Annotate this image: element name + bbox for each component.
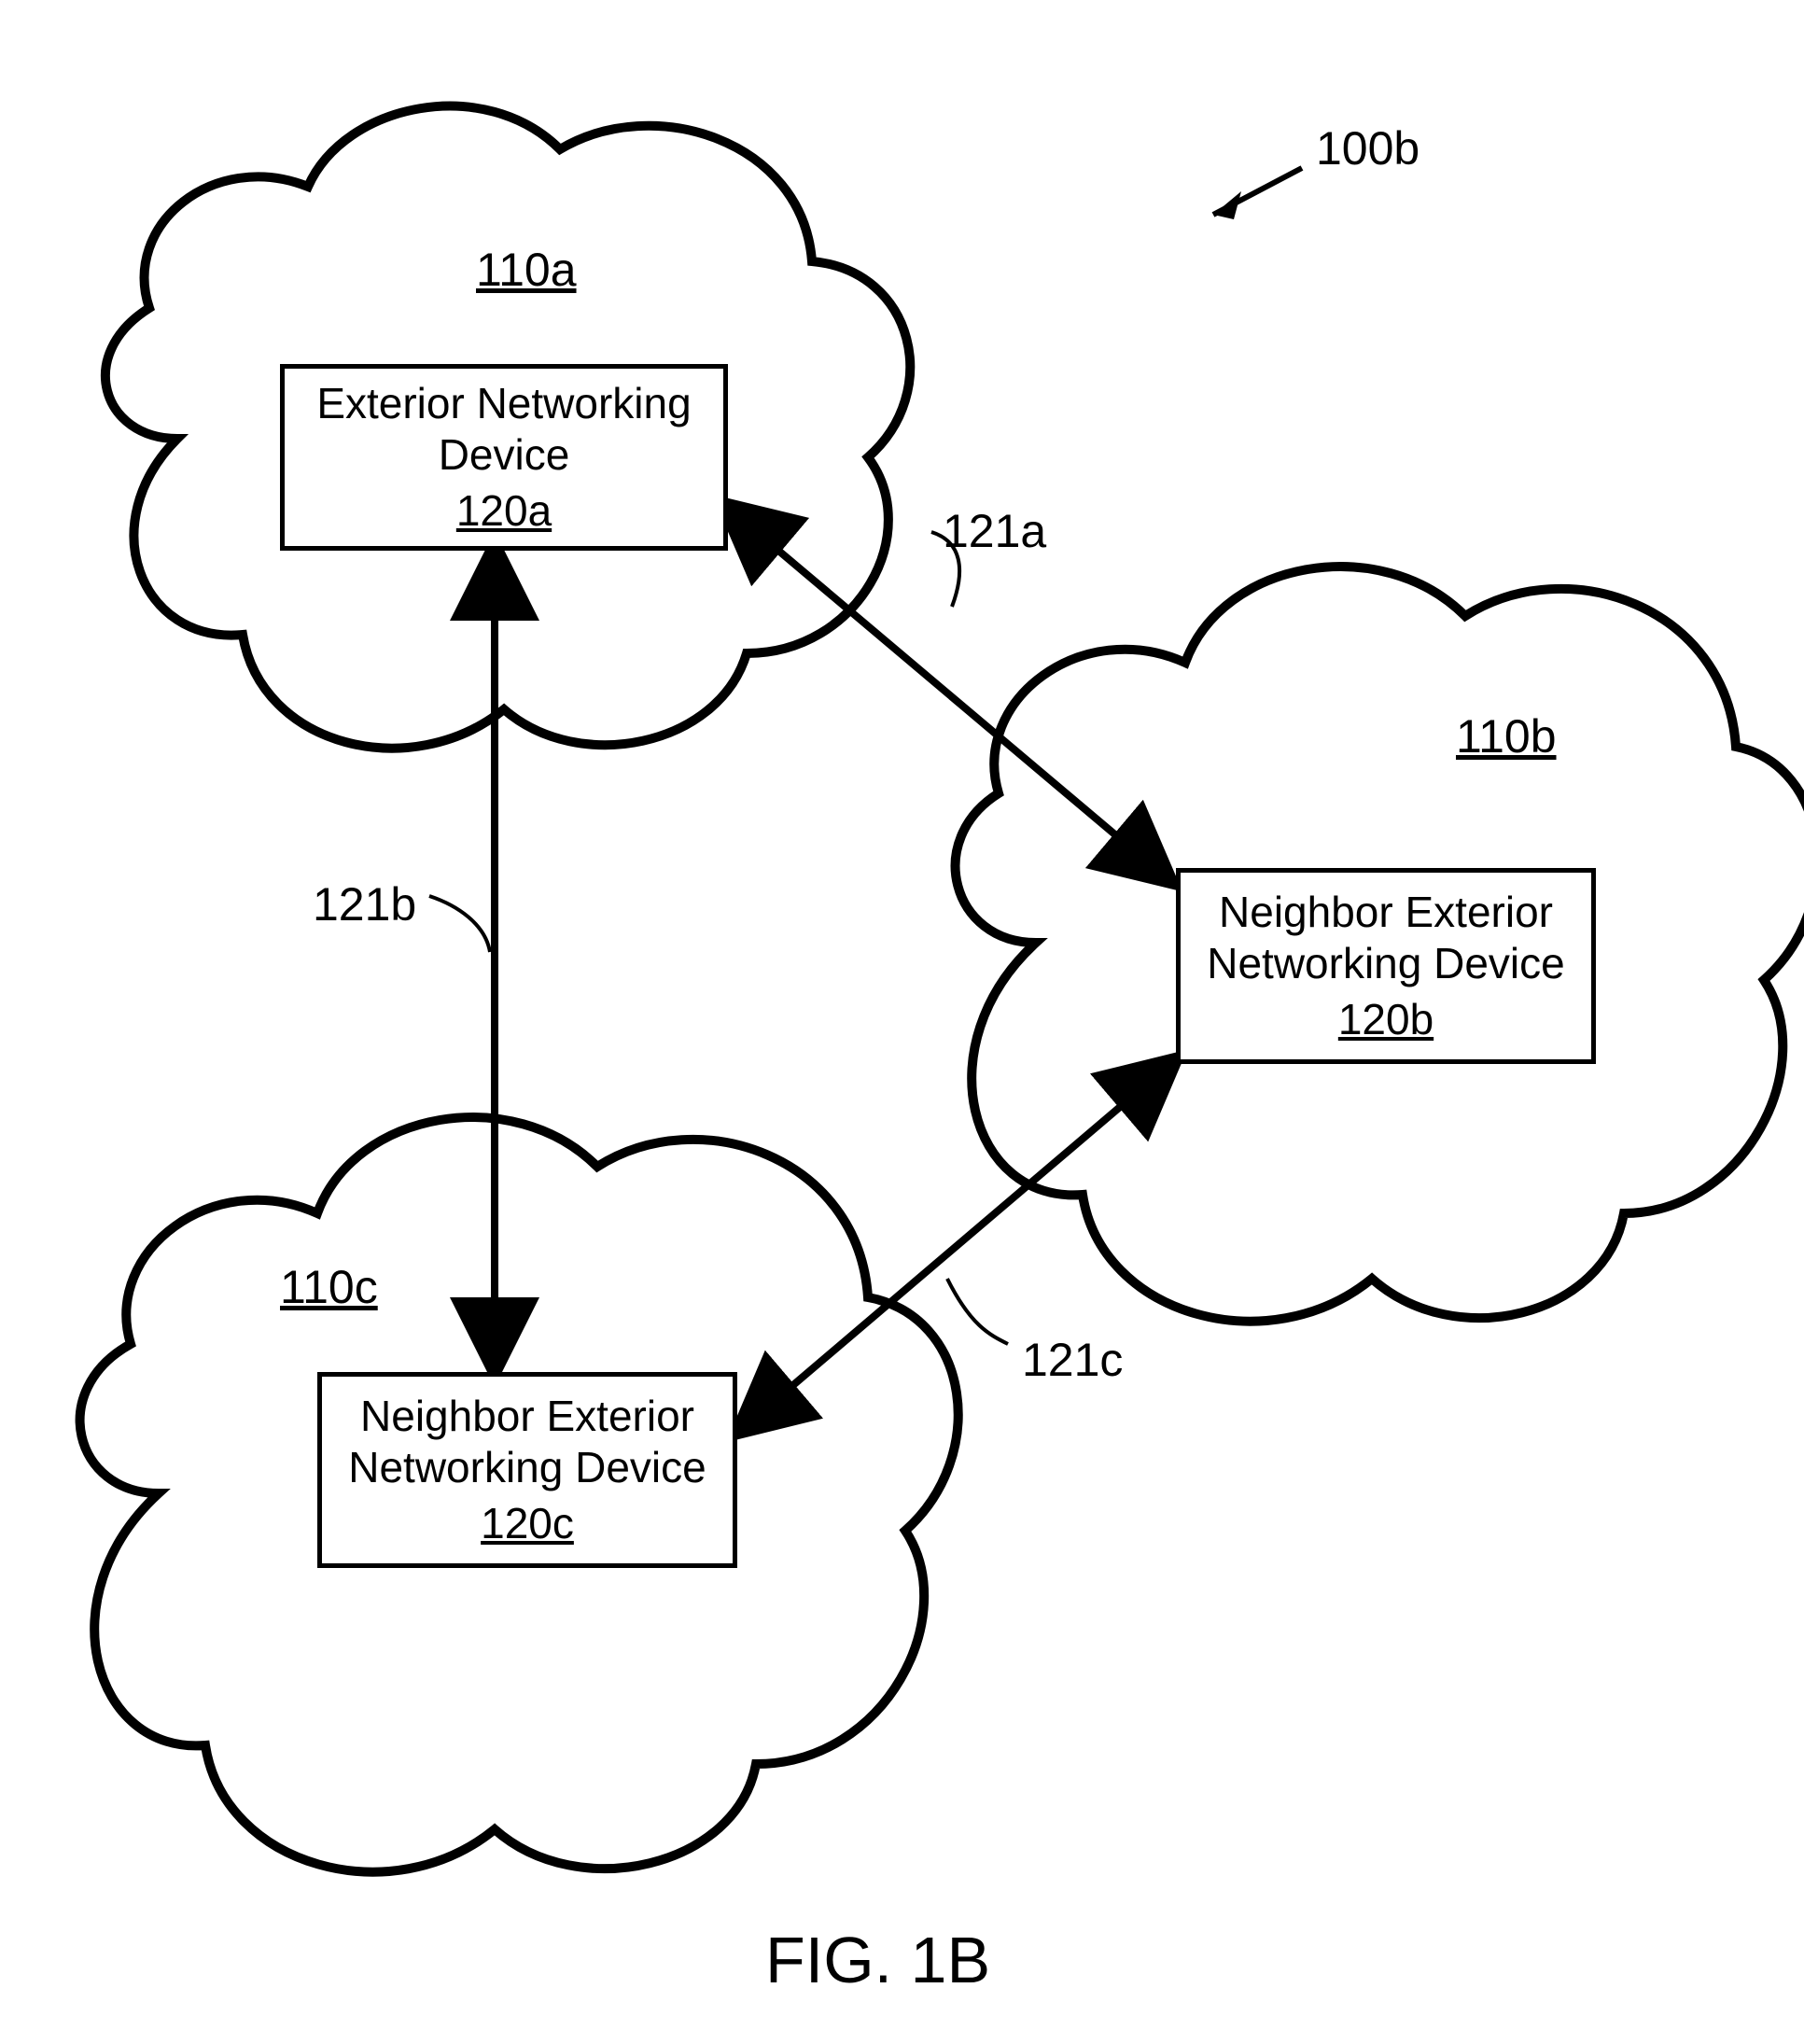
box-120a: Exterior Networking Device 120a — [280, 364, 728, 551]
box-120b-line2: Networking Device — [1207, 938, 1564, 989]
box-120c-line2: Networking Device — [348, 1442, 706, 1493]
ref-110c: 110c — [280, 1260, 378, 1314]
box-120a-line2: Device — [439, 429, 570, 481]
box-120a-ref: 120a — [456, 485, 552, 537]
ref-100b: 100b — [1316, 121, 1419, 175]
box-120c-line1: Neighbor Exterior — [360, 1391, 694, 1442]
box-120b-line1: Neighbor Exterior — [1219, 887, 1553, 938]
link-121a — [723, 504, 1171, 882]
box-120b-ref: 120b — [1338, 994, 1433, 1045]
ref-121c: 121c — [1022, 1333, 1123, 1387]
ref-121b: 121b — [313, 877, 416, 931]
box-120b: Neighbor Exterior Networking Device 120b — [1176, 868, 1596, 1064]
ref-110b: 110b — [1456, 709, 1557, 763]
ref-110a: 110a — [476, 243, 577, 297]
box-120a-line1: Exterior Networking — [316, 378, 691, 429]
ref-121a: 121a — [943, 504, 1046, 558]
box-120c-ref: 120c — [481, 1498, 574, 1549]
leader-121c — [947, 1279, 1008, 1344]
box-120c: Neighbor Exterior Networking Device 120c — [317, 1372, 737, 1568]
figure-title: FIG. 1B — [765, 1923, 990, 1997]
leader-121b — [429, 896, 490, 952]
